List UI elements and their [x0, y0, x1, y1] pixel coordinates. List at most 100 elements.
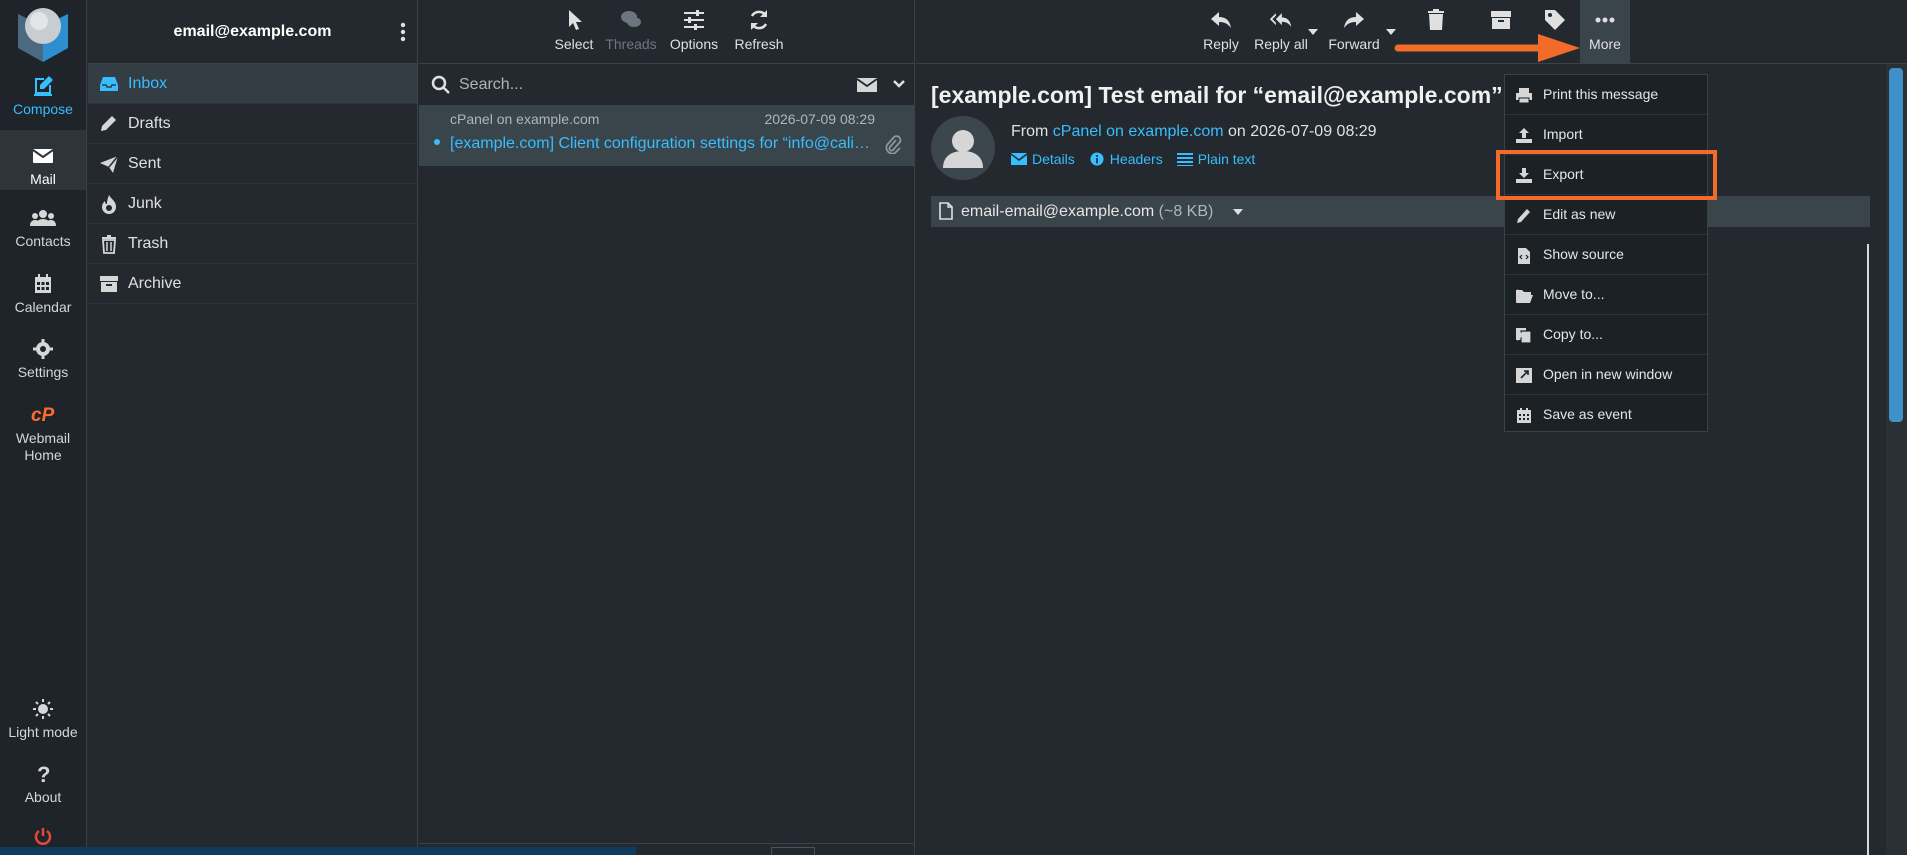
lines-icon [1176, 153, 1193, 166]
menu-open-new-window[interactable]: Open in new window [1505, 355, 1707, 395]
folder-drafts[interactable]: Drafts [88, 104, 417, 144]
scrollbar-thumb[interactable] [1889, 68, 1903, 422]
webmail-app: Compose Mail Contacts Calendar Settings … [0, 0, 1907, 855]
paper-plane-icon [100, 155, 119, 173]
folder-label: Inbox [128, 74, 168, 92]
sun-icon [33, 699, 53, 719]
reply-all-dropdown-icon[interactable] [1308, 28, 1318, 36]
folder-label: Junk [128, 194, 162, 212]
refresh-button[interactable]: Refresh [731, 8, 787, 52]
details-label: Details [1032, 151, 1075, 167]
from-prefix: From [1011, 123, 1049, 140]
rail-light-mode[interactable]: Light mode [0, 697, 86, 745]
folder-label: Trash [128, 234, 169, 252]
folder-junk[interactable]: Junk [88, 184, 417, 224]
pencil-icon [101, 116, 116, 131]
calendar-icon [1517, 408, 1531, 423]
threads-button[interactable]: Threads [603, 8, 659, 52]
on-word: on [1228, 123, 1246, 140]
more-button[interactable]: More [1580, 8, 1630, 52]
details-link[interactable]: Details [1011, 151, 1075, 167]
export-highlight-box [1496, 150, 1717, 200]
account-email: email@example.com [173, 23, 332, 40]
select-label: Select [554, 36, 594, 52]
headers-link[interactable]: Headers [1089, 151, 1163, 167]
envelope-icon[interactable] [856, 77, 878, 93]
source-icon [1518, 248, 1530, 264]
folder-trash[interactable]: Trash [88, 224, 417, 264]
menu-label: Show source [1543, 246, 1624, 262]
archive-icon [100, 276, 118, 292]
chevron-right-icon [1516, 329, 1523, 341]
unread-dot [434, 139, 440, 145]
caret-down-icon[interactable] [1233, 208, 1243, 216]
folder-inbox[interactable]: Inbox [88, 64, 417, 104]
chevron-down-icon[interactable] [892, 78, 906, 90]
rail-webmail-home[interactable]: cP Webmail Home [0, 403, 86, 463]
folder-label: Archive [128, 274, 182, 292]
fire-icon [102, 195, 116, 214]
rail-settings[interactable]: Settings [0, 337, 86, 387]
search-icon [431, 75, 450, 94]
rail-compose-label: Compose [13, 101, 73, 117]
forward-button[interactable]: Forward [1326, 8, 1382, 52]
menu-label: Copy to... [1543, 326, 1603, 342]
menu-print[interactable]: Print this message [1505, 75, 1707, 115]
menu-save-as-event[interactable]: Save as event [1505, 395, 1707, 435]
rail-contacts[interactable]: Contacts [0, 206, 86, 256]
svg-text:?: ? [37, 762, 50, 786]
headers-label: Headers [1109, 151, 1163, 167]
folder-archive[interactable]: Archive [88, 264, 417, 304]
menu-copy-to[interactable]: Copy to... [1505, 315, 1707, 355]
rail-light-mode-label: Light mode [8, 724, 78, 740]
avatar [931, 116, 995, 180]
rail-compose[interactable]: Compose [0, 74, 86, 124]
attachment-bar[interactable]: email-email@example.com (~8 KB) [931, 196, 1870, 227]
compose-icon [34, 76, 53, 96]
menu-edit-as-new[interactable]: Edit as new [1505, 195, 1707, 235]
forward-label: Forward [1328, 36, 1380, 52]
folder-panel-header: email@example.com [88, 0, 417, 64]
folder-label: Drafts [128, 114, 171, 132]
options-button[interactable]: Options [667, 8, 721, 52]
power-icon[interactable] [33, 826, 53, 846]
paperclip-icon [885, 135, 902, 154]
more-menu: Print this message Import Export Edit as… [1504, 74, 1708, 432]
reply-all-button[interactable]: Reply all [1250, 8, 1312, 52]
rail-calendar-label: Calendar [14, 299, 72, 315]
reply-button[interactable]: Reply [1200, 8, 1242, 52]
pencil-icon [1517, 209, 1530, 223]
attachment-size: (~8 KB) [1158, 203, 1214, 220]
select-button[interactable]: Select [550, 8, 598, 52]
menu-import[interactable]: Import [1505, 115, 1707, 155]
menu-label: Import [1543, 126, 1583, 142]
rail-mail[interactable]: Mail [0, 130, 86, 190]
forward-icon [1344, 12, 1364, 28]
rail-about[interactable]: ? About [0, 762, 86, 810]
plain-text-link[interactable]: Plain text [1176, 151, 1255, 167]
svg-text:cP: cP [31, 405, 55, 426]
sender-link[interactable]: cPanel on example.com [1053, 123, 1224, 140]
folder-panel: email@example.com Inbox Drafts Sent Junk… [88, 0, 418, 855]
bottom-progress-strip [0, 847, 636, 855]
menu-label: Open in new window [1543, 366, 1673, 382]
rail-about-label: About [24, 789, 62, 805]
rail-mail-label: Mail [30, 171, 56, 187]
message-date-full: 2026-07-09 08:29 [1250, 123, 1377, 140]
rail-calendar[interactable]: Calendar [0, 272, 86, 322]
reply-all-icon [1269, 13, 1292, 27]
header-links: Details Headers Plain text [1011, 151, 1255, 167]
kebab-menu-icon[interactable] [399, 22, 407, 42]
message-sender: cPanel on example.com [450, 111, 600, 127]
message-date: 2026-07-09 08:29 [764, 111, 875, 127]
message-list-item[interactable]: cPanel on example.com 2026-07-09 08:29 [… [419, 106, 914, 166]
document-icon [939, 202, 953, 220]
inbox-icon [100, 77, 118, 91]
search-input[interactable] [459, 72, 819, 98]
menu-show-source[interactable]: Show source [1505, 235, 1707, 275]
menu-move-to[interactable]: Move to... [1505, 275, 1707, 315]
roundcube-logo [18, 8, 68, 62]
folder-sent[interactable]: Sent [88, 144, 417, 184]
pagination-control[interactable] [771, 847, 815, 855]
rail-settings-label: Settings [17, 364, 69, 380]
